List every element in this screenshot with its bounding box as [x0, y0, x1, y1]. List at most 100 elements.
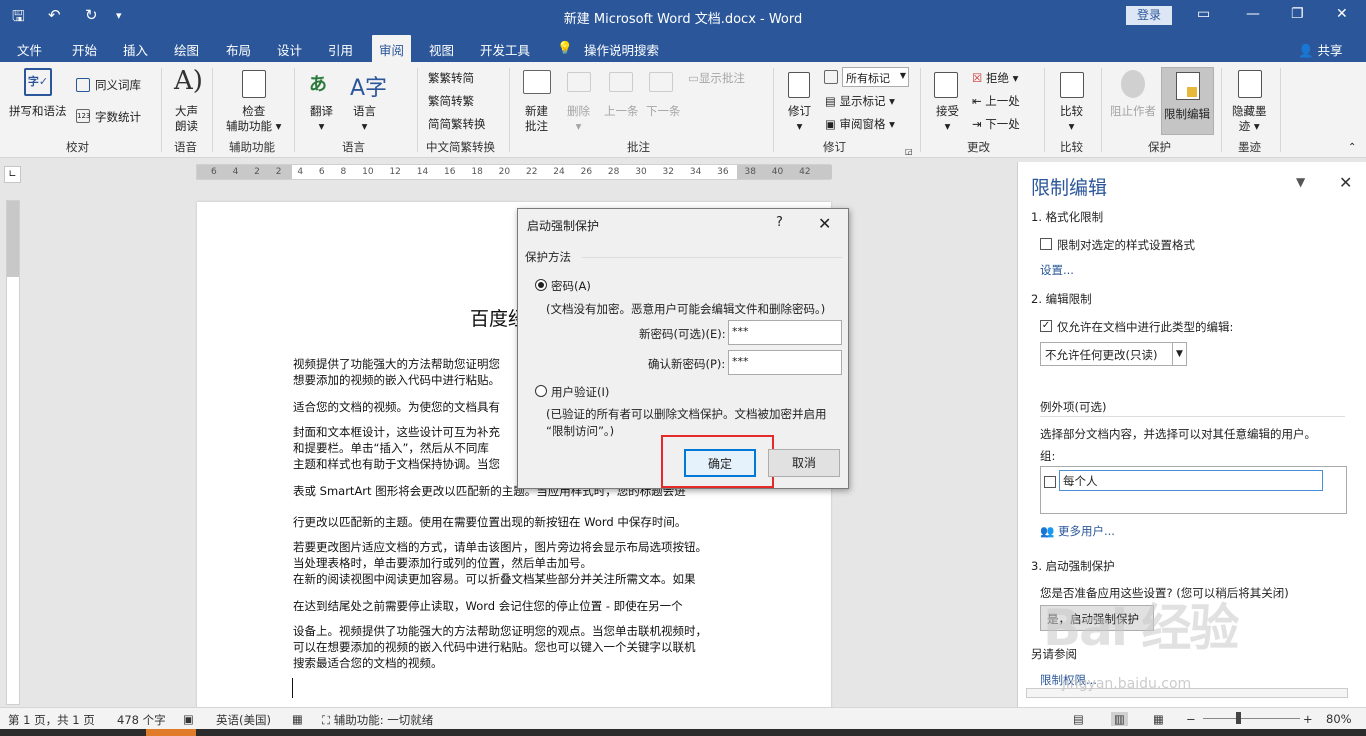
translate-button[interactable]: 翻译 ▾ — [310, 104, 333, 134]
doc-line: 设备上。视频提供了功能强大的方法帮助您证明您的观点。当您单击联机视频时， — [293, 624, 707, 638]
macro-icon[interactable]: ▦ — [292, 712, 303, 726]
next-comment-button[interactable]: 下一条 — [646, 104, 681, 119]
word-count-button[interactable]: 字数统计 — [95, 110, 141, 125]
editing-type-select[interactable]: 不允许任何更改(只读) ▼ — [1040, 342, 1187, 366]
share-button[interactable]: 👤 共享 — [1298, 40, 1343, 59]
settings-link[interactable]: 设置... — [1040, 262, 1074, 278]
everyone-checkbox[interactable] — [1044, 476, 1056, 488]
markup-select[interactable]: 所有标记 ▼ — [842, 67, 909, 87]
chinese-convert-icon: 简 — [428, 117, 440, 131]
tab-home[interactable]: 开始 — [72, 40, 97, 59]
zoom-out-icon[interactable]: − — [1186, 712, 1196, 726]
next-change-label: 下一处 — [985, 117, 1020, 131]
language-status[interactable]: 英语(美国) — [216, 712, 271, 728]
show-markup-button[interactable]: ▤ 显示标记 ▾ — [825, 94, 895, 109]
web-layout-icon[interactable]: ▦ — [1153, 712, 1164, 726]
previous-comment-button[interactable]: 上一条 — [604, 104, 639, 119]
tab-layout[interactable]: 布局 — [226, 40, 251, 59]
language-button[interactable]: 语言 ▾ — [353, 104, 376, 134]
tab-insert[interactable]: 插入 — [123, 40, 148, 59]
accept-button[interactable]: 接受 ▾ — [936, 104, 959, 134]
tab-stop-icon[interactable]: ∟ — [4, 166, 21, 183]
zoom-in-icon[interactable]: + — [1303, 712, 1313, 726]
cancel-button[interactable]: 取消 — [768, 449, 840, 477]
trad-to-simp-button[interactable]: 繁繁转简 — [428, 71, 474, 86]
thesaurus-button[interactable]: 同义词库 — [95, 78, 141, 93]
hide-ink-line1: 隐藏墨 — [1232, 104, 1267, 118]
track-changes-button[interactable]: 修订 ▾ — [788, 104, 811, 134]
doc-line: 视频提供了功能强大的方法帮助您证明您 — [293, 357, 500, 371]
confirm-password-label: 确认新密码(P): — [648, 357, 726, 371]
horizontal-ruler[interactable]: 6 4 2 2 4 6 8 10 12 14 16 18 20 22 24 26… — [196, 164, 832, 180]
close-icon[interactable]: ✕ — [818, 214, 831, 233]
collapse-ribbon-icon[interactable]: ⌃ — [1348, 140, 1356, 155]
tell-me-search[interactable]: 操作说明搜索 — [584, 40, 659, 59]
group-ink-label: 墨迹 — [1238, 140, 1261, 154]
zoom-level[interactable]: 80% — [1326, 712, 1352, 726]
new-comment-line1: 新建 — [525, 104, 548, 118]
ribbon-display-icon[interactable]: ▭ — [1197, 6, 1210, 22]
taskbar-strip — [0, 729, 1366, 736]
share-label: 共享 — [1317, 43, 1343, 58]
tab-draw[interactable]: 绘图 — [174, 40, 199, 59]
tab-developer[interactable]: 开发工具 — [480, 40, 530, 59]
accessibility-status[interactable]: ⛶ 辅助功能: 一切就绪 — [322, 712, 433, 728]
reject-button[interactable]: ☒ 拒绝 ▾ — [972, 71, 1018, 86]
close-icon[interactable]: ✕ — [1339, 173, 1352, 192]
ok-button[interactable]: 确定 — [684, 449, 756, 477]
new-comment-button[interactable]: 新建 批注 — [525, 104, 548, 134]
editing-restrictions-title: 2. 编辑限制 — [1031, 292, 1092, 306]
reviewing-pane-button[interactable]: ▣ 审阅窗格 ▾ — [825, 117, 895, 132]
group-language-label: 语言 — [342, 140, 365, 154]
block-authors-button[interactable]: 阻止作者 — [1110, 104, 1156, 119]
tracking-options-icon[interactable]: ◲ — [905, 144, 913, 159]
close-icon[interactable]: ✕ — [1336, 6, 1348, 22]
tab-references[interactable]: 引用 — [328, 40, 353, 59]
help-icon[interactable]: ? — [776, 215, 783, 230]
confirm-password-input[interactable]: *** — [728, 350, 842, 375]
read-aloud-icon: A) — [174, 66, 203, 96]
previous-change-button[interactable]: ⇤ 上一处 — [972, 94, 1020, 109]
thesaurus-icon — [76, 78, 90, 92]
compare-button[interactable]: 比较 ▾ — [1060, 104, 1083, 134]
formatting-checkbox[interactable] — [1040, 238, 1052, 250]
show-comments-icon: ▭ — [688, 71, 699, 85]
check-accessibility-button[interactable]: 检查 辅助功能 ▾ — [226, 104, 281, 134]
next-change-button[interactable]: ⇥ 下一处 — [972, 117, 1020, 132]
restrict-editing-button[interactable]: 限制编辑 — [1161, 67, 1214, 135]
editing-checkbox[interactable]: ✓ — [1040, 320, 1052, 332]
page-count[interactable]: 第 1 页，共 1 页 — [8, 712, 95, 728]
groups-list[interactable]: 每个人 — [1040, 466, 1347, 514]
print-layout-icon[interactable]: ▥ — [1111, 712, 1128, 726]
chinese-convert-button[interactable]: 简简繁转换 — [428, 117, 486, 132]
simp-to-trad-button[interactable]: 繁简转繁 — [428, 94, 474, 109]
tab-design[interactable]: 设计 — [277, 40, 302, 59]
next-change-icon: ⇥ — [972, 117, 986, 131]
password-radio[interactable] — [535, 279, 547, 291]
spelling-grammar-button[interactable]: 拼写和语法 — [9, 104, 67, 119]
ribbon-tabs: 文件 开始 插入 绘图 布局 设计 引用 审阅 视图 开发工具 💡 操作说明搜索… — [0, 33, 1366, 62]
title-bar: 🖫 ↶ ↻ ▾ 新建 Microsoft Word 文档.docx - Word… — [0, 0, 1366, 33]
zoom-slider-thumb[interactable] — [1236, 712, 1241, 724]
read-aloud-button[interactable]: 大声 朗读 — [175, 104, 198, 134]
word-count[interactable]: 478 个字 — [117, 712, 166, 728]
read-mode-icon[interactable]: ▤ — [1073, 712, 1084, 726]
tab-file[interactable]: 文件 — [17, 40, 42, 59]
zoom-slider[interactable] — [1203, 718, 1300, 719]
doc-line: 封面和文本框设计，这些设计可互为补充 — [293, 425, 500, 439]
user-auth-radio[interactable] — [535, 385, 547, 397]
restore-icon[interactable]: ❐ — [1291, 6, 1304, 22]
minimize-icon[interactable]: — — [1246, 6, 1260, 22]
proofing-icon[interactable]: ▣ — [183, 712, 194, 726]
tab-review[interactable]: 审阅 — [372, 35, 412, 62]
show-comments-button[interactable]: ▭显示批注 — [688, 71, 745, 86]
login-button[interactable]: 登录 — [1126, 6, 1172, 25]
pane-options-icon[interactable]: ▼ — [1296, 175, 1305, 189]
delete-comment-button[interactable]: 删除 ▾ — [567, 104, 590, 134]
tab-view[interactable]: 视图 — [429, 40, 454, 59]
everyone-item[interactable]: 每个人 — [1059, 470, 1323, 491]
hide-ink-button[interactable]: 隐藏墨迹 ▾ — [1232, 104, 1267, 134]
vertical-ruler[interactable] — [6, 200, 20, 705]
new-password-input[interactable]: *** — [728, 320, 842, 345]
more-users-link[interactable]: 👥 更多用户... — [1040, 523, 1115, 539]
